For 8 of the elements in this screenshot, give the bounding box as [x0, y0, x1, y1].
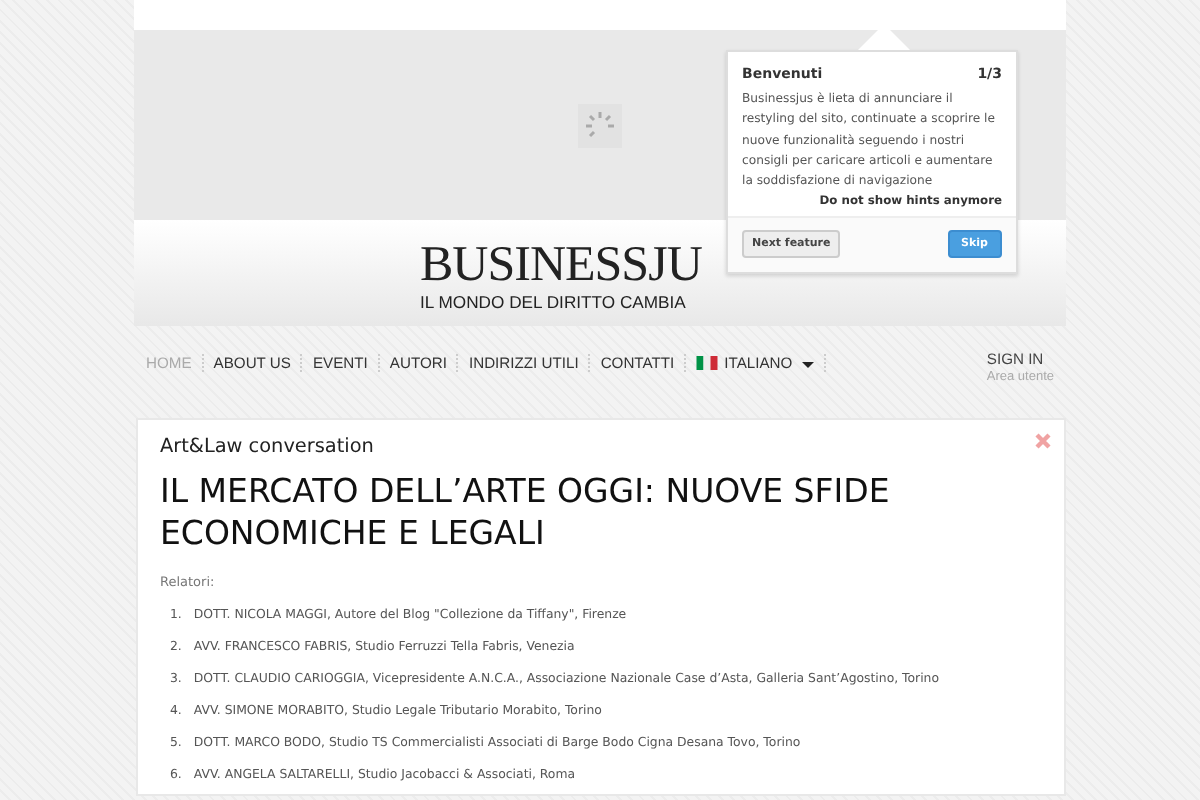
loading-spinner-icon: [578, 103, 622, 147]
article-title: IL MERCATO DELL’ARTE OGGI: NUOVE SFIDE ECONOMICHE E LEGALI: [160, 470, 892, 554]
tagline: IL MONDO DEL DIRITTO CAMBIA: [420, 292, 686, 312]
caret-icon: [802, 362, 815, 368]
article-category: Art&Law conversation: [160, 436, 376, 458]
flag-icon: [696, 356, 719, 370]
close-icon[interactable]: [1034, 432, 1052, 450]
site-logo[interactable]: BUSINESSJU: [420, 236, 702, 296]
